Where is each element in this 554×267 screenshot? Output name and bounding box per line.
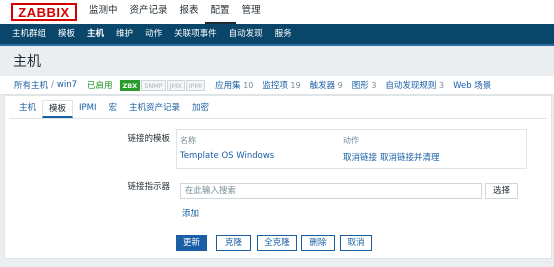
tab-divider bbox=[9, 118, 547, 119]
link-web-scenarios[interactable]: Web 场景 bbox=[453, 79, 491, 91]
submenu-host-groups[interactable]: 主机群组 bbox=[6, 24, 52, 44]
submenu-templates[interactable]: 模板 bbox=[52, 24, 81, 44]
breadcrumb: 所有主机 / win7 已启用 ZBX SNMP JMX IPMI 应用集 10… bbox=[0, 76, 554, 95]
add-template-link[interactable]: 添加 bbox=[182, 207, 199, 219]
select-button[interactable]: 选择 bbox=[485, 183, 518, 199]
host-form-panel: 主机 模板 IPMI 宏 主机资产记录 加密 链接的模板 名称 动作 Templ… bbox=[4, 95, 552, 259]
breadcrumb-host[interactable]: win7 bbox=[57, 80, 77, 90]
menu-administration[interactable]: 管理 bbox=[236, 0, 267, 24]
ipmi-availability-badge: IPMI bbox=[185, 79, 206, 91]
submenu-correlation[interactable]: 关联项事件 bbox=[168, 24, 223, 44]
snmp-availability-badge: SNMP bbox=[141, 79, 166, 91]
breadcrumb-all-hosts[interactable]: 所有主机 bbox=[14, 79, 48, 91]
submenu-hosts[interactable]: 主机 bbox=[81, 24, 111, 44]
top-header: ZABBIX 监测中 资产记录 报表 配置 管理 bbox=[0, 0, 554, 24]
link-discovery-rules[interactable]: 自动发现规则 bbox=[385, 79, 436, 91]
items-count: 19 bbox=[290, 80, 301, 90]
tab-encryption[interactable]: 加密 bbox=[186, 100, 215, 118]
zabbix-logo[interactable]: ZABBIX bbox=[11, 3, 77, 21]
triggers-count: 9 bbox=[337, 80, 343, 90]
submenu-actions[interactable]: 动作 bbox=[139, 24, 168, 44]
tab-inventory[interactable]: 主机资产记录 bbox=[123, 100, 186, 118]
menu-configuration[interactable]: 配置 bbox=[204, 0, 236, 24]
column-name-header: 名称 bbox=[180, 136, 196, 145]
sub-menu: 主机群组 模板 主机 维护 动作 关联项事件 自动发现 服务 bbox=[0, 24, 554, 46]
tab-templates[interactable]: 模板 bbox=[42, 100, 74, 118]
zbx-availability-badge: ZBX bbox=[119, 79, 141, 91]
unlink-link[interactable]: 取消链接 bbox=[343, 151, 377, 163]
link-triggers[interactable]: 触发器 bbox=[310, 79, 336, 91]
page-title: 主机 bbox=[13, 54, 41, 70]
jmx-availability-badge: JMX bbox=[166, 79, 185, 91]
column-action-header: 动作 bbox=[343, 136, 359, 145]
applications-count: 10 bbox=[243, 80, 254, 90]
menu-reports[interactable]: 报表 bbox=[174, 0, 205, 24]
template-name-link[interactable]: Template OS Windows bbox=[180, 151, 274, 161]
clone-button[interactable]: 克隆 bbox=[216, 235, 251, 251]
host-form-tabs: 主机 模板 IPMI 宏 主机资产记录 加密 bbox=[13, 100, 215, 120]
submenu-services[interactable]: 服务 bbox=[269, 24, 298, 44]
cancel-button[interactable]: 取消 bbox=[340, 235, 372, 251]
breadcrumb-separator: / bbox=[51, 80, 54, 90]
template-search-input[interactable]: 在此输入搜索 bbox=[180, 183, 482, 199]
link-indicator-label: 链接指示器 bbox=[127, 182, 170, 192]
tab-ipmi[interactable]: IPMI bbox=[73, 100, 102, 118]
discovery-rules-count: 3 bbox=[438, 80, 445, 90]
tab-host[interactable]: 主机 bbox=[13, 100, 42, 118]
host-status-enabled[interactable]: 已启用 bbox=[87, 79, 113, 91]
main-menu: 监测中 资产记录 报表 配置 管理 bbox=[83, 0, 267, 24]
submenu-maintenance[interactable]: 维护 bbox=[110, 24, 139, 44]
link-items[interactable]: 监控项 bbox=[262, 79, 288, 91]
menu-monitoring[interactable]: 监测中 bbox=[83, 0, 124, 24]
submenu-discovery[interactable]: 自动发现 bbox=[223, 24, 269, 44]
graphs-count: 3 bbox=[371, 80, 377, 90]
menu-inventory[interactable]: 资产记录 bbox=[124, 0, 174, 24]
full-clone-button[interactable]: 全克隆 bbox=[257, 235, 297, 251]
tab-macros[interactable]: 宏 bbox=[103, 100, 124, 118]
delete-button[interactable]: 删除 bbox=[301, 235, 335, 251]
linked-templates-table: 名称 动作 Template OS Windows 取消链接 取消链接并清理 bbox=[176, 129, 527, 169]
update-button[interactable]: 更新 bbox=[176, 235, 207, 251]
link-graphs[interactable]: 图形 bbox=[352, 79, 369, 91]
link-applications[interactable]: 应用集 bbox=[215, 79, 241, 91]
unlink-and-clear-link[interactable]: 取消链接并清理 bbox=[380, 151, 440, 163]
linked-templates-label: 链接的模板 bbox=[127, 134, 170, 144]
